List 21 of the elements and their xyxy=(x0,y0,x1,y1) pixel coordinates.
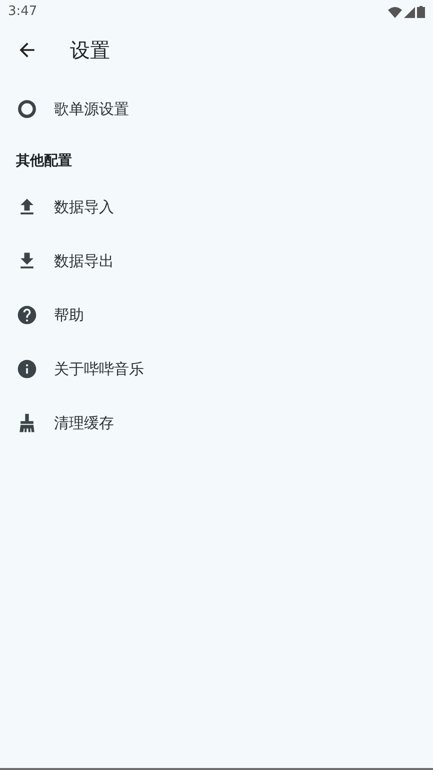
help-icon xyxy=(16,304,38,326)
signal-icon xyxy=(404,6,415,18)
settings-item[interactable]: 数据导入 xyxy=(0,180,433,234)
item-label: 数据导出 xyxy=(54,250,114,272)
settings-item[interactable]: 帮助 xyxy=(0,288,433,342)
wifi-icon xyxy=(388,6,402,18)
item-label: 帮助 xyxy=(54,304,84,326)
battery-icon xyxy=(417,6,425,18)
section-title: 其他配置 xyxy=(16,152,72,171)
status-time: 3:47 xyxy=(8,3,38,22)
circle-icon xyxy=(16,98,38,120)
item-label: 关于哔哔音乐 xyxy=(54,358,144,380)
item-label: 歌单源设置 xyxy=(54,98,129,120)
item-label: 数据导入 xyxy=(54,196,114,218)
item-label: 清理缓存 xyxy=(54,412,114,434)
settings-item[interactable]: 数据导出 xyxy=(0,234,433,288)
settings-item[interactable]: 清理缓存 xyxy=(0,396,433,450)
page-title: 设置 xyxy=(70,37,110,64)
settings-item[interactable]: 关于哔哔音乐 xyxy=(0,342,433,396)
info-icon xyxy=(16,358,38,380)
settings-item[interactable]: 歌单源设置 xyxy=(0,82,433,136)
